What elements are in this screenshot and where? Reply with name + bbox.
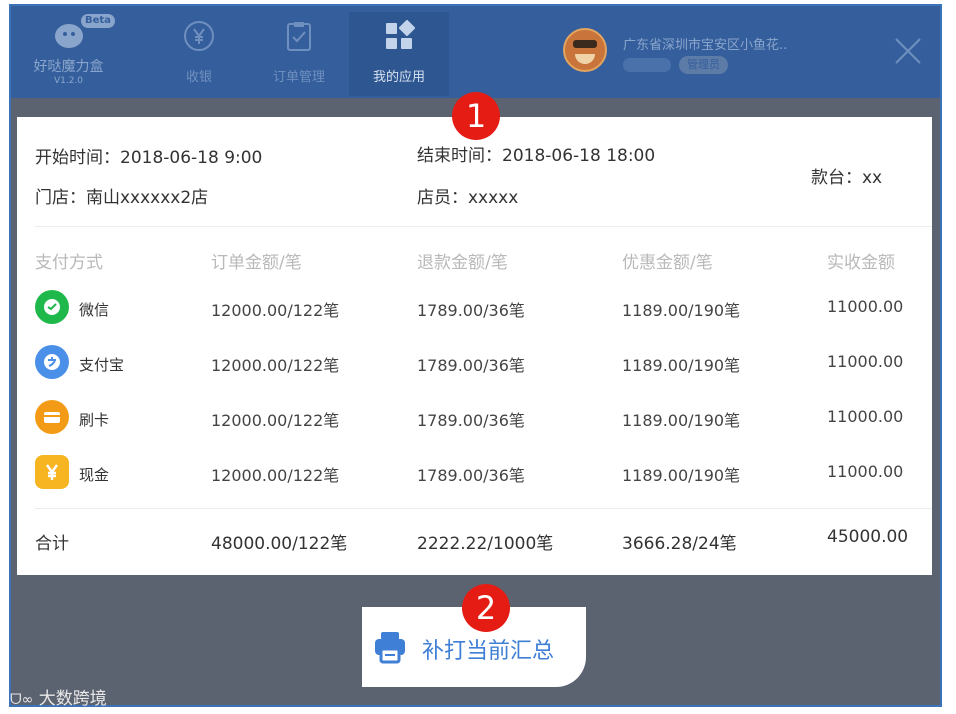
yen-circle-icon xyxy=(184,21,214,51)
nav-item-cashier[interactable]: 收银 xyxy=(149,12,249,96)
discount-amount: 1189.00/190笔 xyxy=(622,466,741,485)
order-amount: 12000.00/122笔 xyxy=(211,356,340,375)
beta-badge: Beta xyxy=(81,14,115,28)
nav-label-my-apps: 我的应用 xyxy=(372,70,425,85)
payment-method-name: 刷卡 xyxy=(79,411,110,429)
refund-amount: 1789.00/36笔 xyxy=(417,411,525,430)
payment-method-name: 现金 xyxy=(79,466,110,484)
register-number: 款台：xx xyxy=(811,168,883,188)
watermark: ᗜ∞ 大数跨境 xyxy=(10,684,107,709)
order-amount: 12000.00/122笔 xyxy=(211,301,340,320)
header-discount-amount: 优惠金额/笔 xyxy=(622,253,713,273)
discount-amount: 1189.00/190笔 xyxy=(622,411,741,430)
shift-summary-panel: 开始时间：2018-06-18 9:00 结束时间：2018-06-18 18:… xyxy=(17,117,932,575)
annotation-marker-2: 2 xyxy=(462,584,510,632)
logo-face-icon xyxy=(55,24,83,48)
cash-icon xyxy=(35,455,69,489)
total-received-amount: 45000.00 xyxy=(827,527,909,547)
payment-method-name: 支付宝 xyxy=(79,356,125,374)
divider xyxy=(35,508,932,509)
received-amount: 11000.00 xyxy=(827,462,904,481)
received-amount: 11000.00 xyxy=(827,407,904,426)
refund-amount: 1789.00/36笔 xyxy=(417,466,525,485)
total-order-amount: 48000.00/122笔 xyxy=(211,534,348,554)
alipay-icon xyxy=(35,345,69,379)
role-badge: 管理员 xyxy=(679,56,728,74)
header-order-amount: 订单金额/笔 xyxy=(211,253,302,273)
apps-grid-icon xyxy=(386,20,415,49)
header-refund-amount: 退款金额/笔 xyxy=(417,253,508,273)
header-received-amount: 实收金额 xyxy=(827,253,895,273)
reprint-button-label: 补打当前汇总 xyxy=(422,639,555,664)
clipboard-icon xyxy=(287,22,311,51)
store-name: 门店：南山xxxxxx2店 xyxy=(35,188,209,208)
refund-amount: 1789.00/36笔 xyxy=(417,301,525,320)
refund-amount: 1789.00/36笔 xyxy=(417,356,525,375)
user-store-name: 广东省深圳市宝安区小鱼花.. xyxy=(623,38,788,53)
order-amount: 12000.00/122笔 xyxy=(211,411,340,430)
watermark-text: 大数跨境 xyxy=(38,689,107,709)
watermark-logo-icon: ᗜ∞ xyxy=(10,692,34,708)
discount-amount: 1189.00/190笔 xyxy=(622,301,741,320)
top-navigation-bar: Beta 好哒魔力盒 V1.2.0 收银 订单管理 我的应用 广东省深圳市宝安区… xyxy=(11,6,940,98)
app-logo: Beta 好哒魔力盒 V1.2.0 xyxy=(21,12,116,92)
payment-method-name: 微信 xyxy=(79,301,110,319)
clerk-name: 店员：xxxxx xyxy=(417,188,519,208)
received-amount: 11000.00 xyxy=(827,352,904,371)
card-icon xyxy=(35,400,69,434)
total-refund-amount: 2222.22/1000笔 xyxy=(417,534,554,554)
wechat-icon xyxy=(35,290,69,324)
order-amount: 12000.00/122笔 xyxy=(211,466,340,485)
user-name-placeholder xyxy=(623,58,671,72)
nav-item-my-apps[interactable]: 我的应用 xyxy=(349,12,449,96)
end-time: 结束时间：2018-06-18 18:00 xyxy=(417,146,656,166)
nav-item-orders[interactable]: 订单管理 xyxy=(249,12,349,96)
nav-label-orders: 订单管理 xyxy=(272,70,325,85)
received-amount: 11000.00 xyxy=(827,297,904,316)
screenshot-stage: Beta 好哒魔力盒 V1.2.0 收银 订单管理 我的应用 广东省深圳市宝安区… xyxy=(0,0,956,714)
header-payment-method: 支付方式 xyxy=(35,253,103,273)
logo-version: V1.2.0 xyxy=(53,76,84,86)
annotation-marker-1: 1 xyxy=(452,92,500,140)
close-icon[interactable] xyxy=(893,36,923,66)
printer-icon xyxy=(375,632,405,664)
logo-name: 好哒魔力盒 xyxy=(33,59,104,75)
start-time: 开始时间：2018-06-18 9:00 xyxy=(35,148,263,168)
discount-amount: 1189.00/190笔 xyxy=(622,356,741,375)
nav-label-cashier: 收银 xyxy=(185,70,212,85)
avatar xyxy=(563,28,607,72)
total-label: 合计 xyxy=(35,534,69,554)
user-info[interactable]: 广东省深圳市宝安区小鱼花.. 管理员 xyxy=(563,24,823,84)
divider xyxy=(35,226,932,227)
total-discount-amount: 3666.28/24笔 xyxy=(622,534,737,554)
